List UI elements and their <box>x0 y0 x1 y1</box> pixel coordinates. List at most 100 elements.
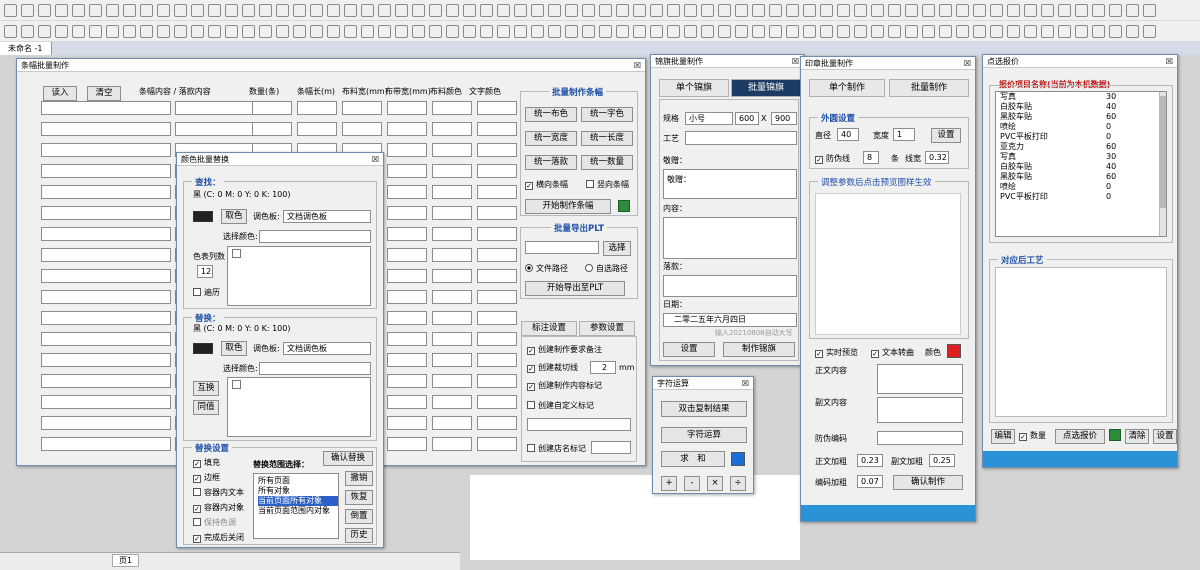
toolbar-icon[interactable] <box>327 24 340 38</box>
toolbar-icon[interactable] <box>939 3 952 17</box>
toolbar-icon[interactable] <box>1092 24 1105 38</box>
scope-item[interactable]: 当前页面所有对象 <box>258 496 338 506</box>
outline-checkbox[interactable]: ✓ 边框 <box>193 472 220 484</box>
toolbar-icon[interactable] <box>1058 24 1071 38</box>
toolbar-icon[interactable] <box>684 3 697 17</box>
copy-result-button[interactable]: 双击复制结果 <box>661 401 747 417</box>
confirm-make-button[interactable]: 确认制作 <box>893 475 963 490</box>
banner-cell[interactable] <box>432 395 472 409</box>
toolbar-icon[interactable] <box>667 24 680 38</box>
same-button[interactable]: 同值 <box>193 400 219 415</box>
banner-cell[interactable] <box>477 143 517 157</box>
toolbar-icon[interactable] <box>1109 24 1122 38</box>
toolbar-icon[interactable] <box>310 24 323 38</box>
toolbar-icon[interactable] <box>514 3 527 17</box>
toolbar-icon[interactable] <box>344 24 357 38</box>
scope-item[interactable]: 所有页面 <box>258 476 338 486</box>
banner-cell[interactable] <box>41 164 171 178</box>
banner-cell[interactable] <box>432 311 472 325</box>
clear-button[interactable]: 清空 <box>87 86 121 101</box>
toolbar-icon[interactable] <box>106 3 119 17</box>
banner-cell[interactable] <box>477 374 517 388</box>
banner-cell[interactable] <box>477 353 517 367</box>
toolbar-icon[interactable] <box>123 3 136 17</box>
toolbar-icon[interactable] <box>582 24 595 38</box>
toolbar-icon[interactable] <box>412 24 425 38</box>
toolbar-icon[interactable] <box>922 3 935 17</box>
banner-cell[interactable] <box>477 269 517 283</box>
banner-cell[interactable] <box>387 353 427 367</box>
scope-item[interactable]: 所有对象 <box>258 486 338 496</box>
toolbar-icon[interactable] <box>888 24 901 38</box>
banner-cell[interactable] <box>387 374 427 388</box>
banner-cell[interactable] <box>477 437 517 451</box>
banner-cell[interactable] <box>387 332 427 346</box>
seal-settings-button[interactable]: 设置 <box>931 128 961 143</box>
banner-cell[interactable] <box>41 269 171 283</box>
date-input[interactable]: 二零二五年六月四日 <box>663 313 797 327</box>
in-obj-checkbox[interactable]: ✓ 容器内对象 <box>193 502 244 514</box>
banner-cell[interactable] <box>41 206 171 220</box>
quote-setting-button[interactable]: 设置 <box>1153 429 1177 444</box>
banner-cell[interactable] <box>387 206 427 220</box>
option-shop-checkbox[interactable]: 创建店名标记 <box>527 443 586 455</box>
toolbar-icon[interactable] <box>854 3 867 17</box>
banner-cell[interactable] <box>387 227 427 241</box>
banner-cell[interactable] <box>297 122 337 136</box>
toolbar-icon[interactable] <box>174 24 187 38</box>
auto-path-radio[interactable]: 自选路径 <box>585 263 628 275</box>
horizontal-checkbox[interactable]: ✓ 横向条幅 <box>525 179 568 191</box>
find-pick-button[interactable]: 取色 <box>221 209 247 224</box>
close-icon[interactable]: ☒ <box>372 153 379 166</box>
toolbar-icon[interactable] <box>565 3 578 17</box>
toolbar-icon[interactable] <box>803 3 816 17</box>
banner-cell[interactable] <box>432 437 472 451</box>
banner-cell[interactable] <box>432 332 472 346</box>
uniform-cloth-color-button[interactable]: 统一布色 <box>525 107 577 122</box>
close-done-checkbox[interactable]: ✓ 完成后关闭 <box>193 532 244 544</box>
qty-checkbox[interactable]: ✓ 数量 <box>1019 430 1046 442</box>
undo-button[interactable]: 撤销 <box>345 471 373 486</box>
char-calc-button[interactable]: 字符运算 <box>661 427 747 443</box>
banner-cell[interactable] <box>41 227 171 241</box>
toolbar-icon[interactable] <box>106 24 119 38</box>
toolbar-icon[interactable] <box>531 3 544 17</box>
toolbar-icon[interactable] <box>1007 3 1020 17</box>
banner-cell[interactable] <box>477 122 517 136</box>
banner-cell[interactable] <box>342 122 382 136</box>
uniform-text-color-button[interactable]: 统一字色 <box>581 107 633 122</box>
quote-item[interactable]: 喷绘 0 <box>1000 122 1166 132</box>
sum-button[interactable]: 求 和 <box>661 451 725 467</box>
option-content-checkbox[interactable]: ✓ 创建制作内容标记 <box>527 380 602 392</box>
toolbar-icon[interactable] <box>89 3 102 17</box>
banner-cell[interactable] <box>432 122 472 136</box>
toolbar-icon[interactable] <box>259 3 272 17</box>
banner-cell[interactable] <box>41 290 171 304</box>
toolbar-icon[interactable] <box>837 24 850 38</box>
toolbar-icon[interactable] <box>242 24 255 38</box>
banner-cell[interactable] <box>41 437 171 451</box>
banner-cell[interactable] <box>477 311 517 325</box>
content-input[interactable] <box>663 217 797 259</box>
toolbar-icon[interactable] <box>344 3 357 17</box>
banner-cell[interactable] <box>432 416 472 430</box>
toolbar-icon[interactable] <box>157 24 170 38</box>
banner-cell[interactable] <box>432 290 472 304</box>
banner-cell[interactable] <box>477 164 517 178</box>
toolbar-icon[interactable] <box>616 24 629 38</box>
toolbar-icon[interactable] <box>208 3 221 17</box>
banner-cell[interactable] <box>432 269 472 283</box>
toolbar-icon[interactable] <box>769 3 782 17</box>
in-text-checkbox[interactable]: 容器内文本 <box>193 487 244 499</box>
toolbar-icon[interactable] <box>242 3 255 17</box>
toolbar-icon[interactable] <box>973 24 986 38</box>
toolbar-icon[interactable] <box>820 24 833 38</box>
toolbar-icon[interactable] <box>225 3 238 17</box>
toolbar-icon[interactable] <box>446 3 459 17</box>
quote-scrollbar[interactable] <box>1159 92 1166 236</box>
banner-cell[interactable] <box>477 227 517 241</box>
toolbar-icon[interactable] <box>786 24 799 38</box>
diameter-input[interactable]: 40 <box>837 128 859 141</box>
document-tab[interactable]: 未命名 -1 <box>0 42 52 55</box>
flag-settings-button[interactable]: 设置 <box>663 342 715 357</box>
